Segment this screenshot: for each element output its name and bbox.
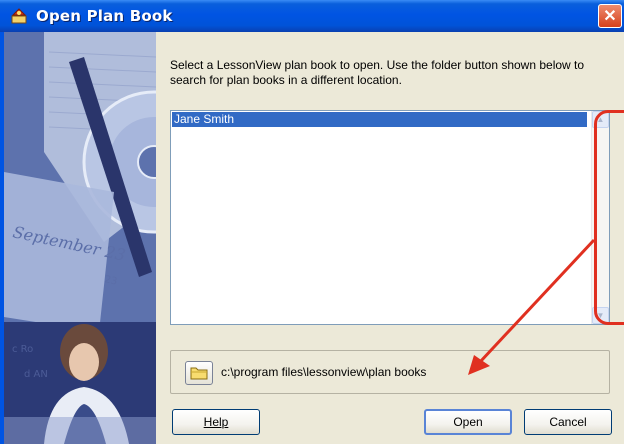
window-title: Open Plan Book xyxy=(36,7,173,25)
folder-button[interactable] xyxy=(185,361,213,385)
cancel-button-label: Cancel xyxy=(549,415,587,429)
location-panel: c:\program files\lessonview\plan books xyxy=(170,350,610,394)
open-button[interactable]: Open xyxy=(424,409,512,435)
side-banner-image: September 23 23 c Ro d AN xyxy=(4,32,156,444)
help-button[interactable]: Help xyxy=(172,409,260,435)
callout-box xyxy=(594,110,624,325)
folder-path: c:\program files\lessonview\plan books xyxy=(221,365,427,379)
svg-text:d AN: d AN xyxy=(24,369,48,380)
banner-illustration: September 23 23 c Rod AN xyxy=(4,32,156,444)
close-icon: ✕ xyxy=(603,8,617,25)
plan-book-list[interactable]: Jane Smith ▲ ▼ xyxy=(170,110,610,325)
plan-book-icon xyxy=(11,8,27,24)
close-button[interactable]: ✕ xyxy=(598,4,622,28)
svg-text:c Ro: c Ro xyxy=(12,344,33,355)
help-button-label: Help xyxy=(203,415,229,429)
open-button-label: Open xyxy=(453,415,483,429)
title-bar[interactable]: Open Plan Book ✕ xyxy=(0,0,624,32)
folder-icon xyxy=(190,367,208,380)
cancel-button[interactable]: Cancel xyxy=(524,409,612,435)
instructions-text: Select a LessonView plan book to open. U… xyxy=(170,58,585,87)
list-item[interactable]: Jane Smith xyxy=(172,112,587,127)
